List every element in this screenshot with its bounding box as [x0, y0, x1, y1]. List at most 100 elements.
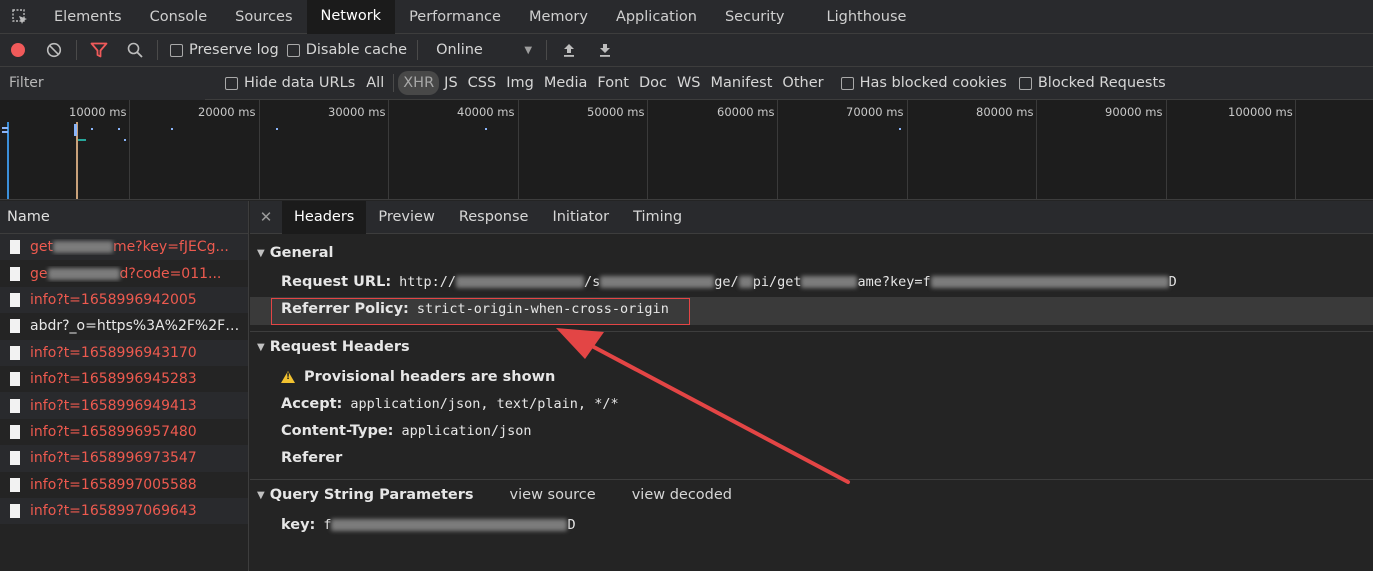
preserve-log-checkbox[interactable]: Preserve log [170, 42, 279, 58]
details-tabbar: ✕ Headers Preview Response Initiator Tim… [250, 200, 1373, 234]
throttling-select[interactable]: Online ▼ [436, 42, 532, 58]
request-name: get me?key=fJECg... [30, 239, 240, 255]
toolbar-divider [546, 40, 548, 60]
timeline-tick-label: 60000 ms [717, 105, 775, 119]
type-filter-ws[interactable]: WS [672, 71, 706, 95]
tab-performance[interactable]: Performance [395, 0, 515, 34]
timeline-bar [485, 128, 487, 130]
content-type-label: Content-Type: [281, 423, 394, 439]
checkbox-box[interactable] [1018, 76, 1032, 90]
has-blocked-cookies-checkbox[interactable]: Has blocked cookies [840, 75, 1007, 91]
type-filter-doc[interactable]: Doc [634, 71, 672, 95]
tab-initiator[interactable]: Initiator [540, 201, 621, 234]
timeline-tick-label: 100000 ms [1228, 105, 1293, 119]
type-filter-img[interactable]: Img [501, 71, 539, 95]
type-filter-css[interactable]: CSS [463, 71, 502, 95]
redacted-blur [331, 519, 568, 531]
disable-cache-label: Disable cache [305, 42, 408, 58]
tab-preview[interactable]: Preview [366, 201, 446, 234]
tab-network[interactable]: Network [306, 0, 396, 34]
tab-timing[interactable]: Timing [621, 201, 694, 234]
name-column-header[interactable]: Name [0, 201, 248, 234]
network-overview-timeline[interactable]: 10000 ms 20000 ms 30000 ms 40000 ms 50000 ms… [0, 100, 1373, 200]
checkbox-box[interactable] [225, 76, 238, 90]
request-row[interactable]: info?t=1658996942005 [0, 286, 248, 314]
request-row[interactable]: info?t=1658996957480 [0, 419, 248, 445]
content-type-header-row: Content-Type: application/json [281, 423, 532, 439]
type-filter-xhr[interactable]: XHR [398, 71, 440, 95]
request-row[interactable]: abdr?_o=https%3A%2F%2Ftrt... [0, 313, 248, 339]
filter-icon[interactable] [81, 34, 117, 67]
close-icon[interactable]: ✕ [250, 208, 282, 226]
request-row[interactable]: get me?key=fJECg... [0, 234, 248, 261]
toolbar-divider [76, 40, 77, 60]
request-url-value[interactable]: http:// /s ge/pi/get ame?key=f D [399, 274, 1177, 290]
filter-input[interactable] [0, 66, 205, 100]
tab-console[interactable]: Console [136, 0, 222, 34]
request-name-prefix: ge [30, 265, 48, 282]
dom-content-loaded-marker [7, 122, 9, 199]
type-filter-all[interactable]: All [361, 71, 389, 95]
request-row[interactable]: info?t=1658996973547 [0, 445, 248, 472]
view-decoded-link[interactable]: view decoded [632, 487, 732, 503]
request-name: info?t=1658996943170 [30, 344, 197, 361]
type-filter-other[interactable]: Other [777, 71, 828, 95]
url-part: D [1168, 274, 1177, 290]
checkbox-box[interactable] [170, 43, 183, 57]
general-section-toggle[interactable]: ▼ General [257, 245, 334, 261]
provisional-headers-text: Provisional headers are shown [304, 369, 556, 385]
tab-headers[interactable]: Headers [282, 200, 367, 234]
file-icon [10, 266, 20, 281]
inspect-element-icon[interactable] [0, 0, 40, 34]
import-har-icon[interactable] [551, 34, 587, 67]
request-row[interactable]: ge d?code=011... [0, 260, 248, 286]
tab-security[interactable]: Security [711, 0, 799, 34]
accept-value[interactable]: application/json, text/plain, */* [350, 396, 618, 412]
request-list: Name get me?key=fJECg... ge d?code=011... … [0, 201, 249, 571]
tab-application[interactable]: Application [602, 0, 711, 34]
timeline-tick-label: 80000 ms [976, 105, 1034, 119]
timeline-gridline [388, 100, 389, 199]
clear-button[interactable] [36, 34, 72, 67]
request-row[interactable]: info?t=1658997069643 [0, 497, 248, 525]
export-har-icon[interactable] [587, 34, 623, 67]
tab-response[interactable]: Response [447, 201, 541, 234]
record-button[interactable] [0, 34, 36, 67]
request-headers-section-toggle[interactable]: ▼ Request Headers [257, 339, 410, 355]
view-source-link[interactable]: view source [510, 487, 596, 503]
content-type-value[interactable]: application/json [401, 423, 531, 439]
query-key-value[interactable]: fD [323, 517, 575, 533]
search-icon[interactable] [117, 34, 153, 67]
tab-lighthouse[interactable]: Lighthouse [813, 0, 921, 34]
file-icon [10, 451, 20, 466]
request-url-label: Request URL: [281, 274, 392, 290]
request-name-suffix: d?code=011... [119, 265, 222, 282]
annotation-highlight-box [271, 298, 690, 325]
query-params-section-toggle[interactable]: ▼ Query String Parameters view source vi… [257, 487, 732, 503]
type-filter-manifest[interactable]: Manifest [706, 71, 778, 95]
blocked-requests-checkbox[interactable]: Blocked Requests [1018, 75, 1166, 91]
request-row[interactable]: info?t=1658997005588 [0, 472, 248, 498]
request-headers-title: Request Headers [269, 339, 410, 355]
checkbox-box[interactable] [286, 43, 300, 57]
request-row[interactable]: info?t=1658996945283 [0, 366, 248, 392]
hide-data-urls-checkbox[interactable]: Hide data URLs [225, 75, 355, 91]
type-filter-js[interactable]: JS [439, 71, 462, 95]
timeline-gridline [518, 100, 519, 199]
triangle-down-icon: ▼ [257, 341, 265, 353]
query-key-label: key: [281, 517, 316, 533]
disable-cache-checkbox[interactable]: Disable cache [286, 42, 408, 58]
checkbox-box[interactable] [840, 76, 854, 90]
request-name: info?t=1658996973547 [30, 450, 197, 467]
toolbar-divider [417, 40, 419, 60]
type-filter-media[interactable]: Media [539, 71, 593, 95]
query-params-title: Query String Parameters [269, 487, 474, 503]
tab-elements[interactable]: Elements [40, 0, 136, 34]
query-key-prefix: f [323, 517, 332, 533]
tab-memory[interactable]: Memory [515, 0, 602, 34]
type-filter-font[interactable]: Font [592, 71, 634, 95]
request-row[interactable]: info?t=1658996943170 [0, 339, 248, 366]
tab-sources[interactable]: Sources [221, 0, 306, 34]
request-row[interactable]: info?t=1658996949413 [0, 392, 248, 419]
url-part: /s [584, 274, 601, 290]
